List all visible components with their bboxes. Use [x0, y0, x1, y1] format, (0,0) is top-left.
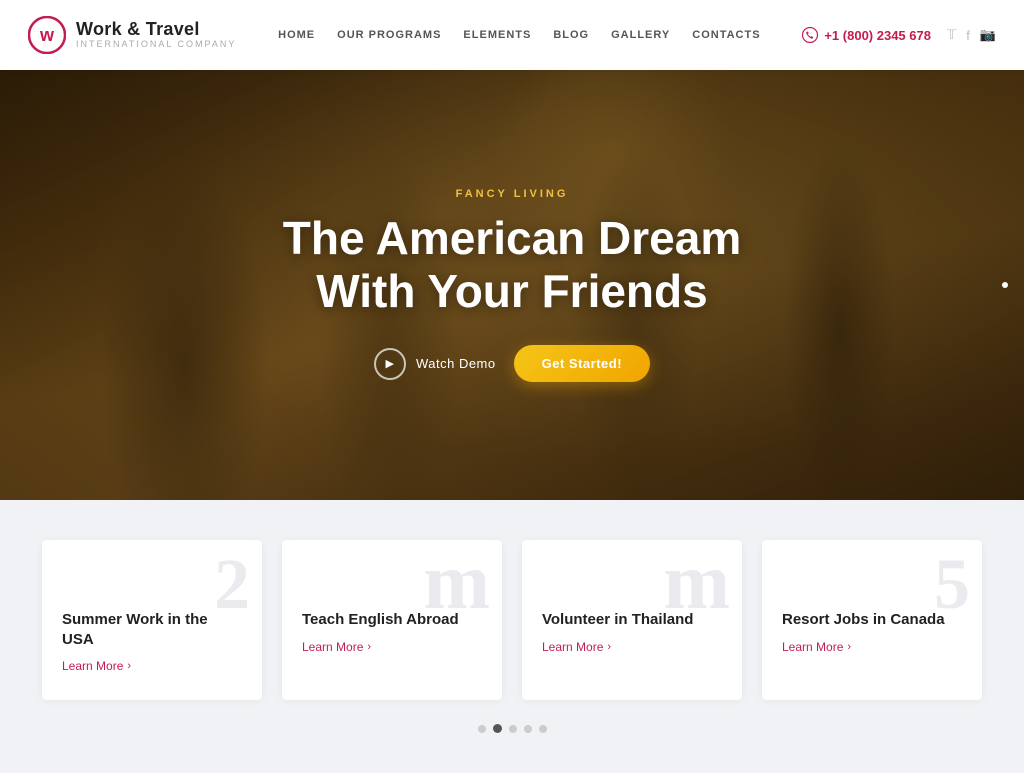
cards-section: 2 Summer Work in the USA Learn More › m … — [0, 500, 1024, 773]
instagram-icon[interactable]: 📷 — [980, 27, 996, 43]
nav-blog[interactable]: BLOG — [553, 29, 589, 41]
card-link-label-1: Learn More — [62, 659, 123, 673]
logo-text: Work & Travel International Company — [76, 20, 236, 50]
card-volunteer-thailand: m Volunteer in Thailand Learn More › — [522, 540, 742, 700]
card-arrow-4: › — [847, 641, 851, 653]
card-arrow-3: › — [607, 641, 611, 653]
hero-side-dot-1[interactable] — [1002, 282, 1008, 288]
svg-text:w: w — [39, 25, 55, 45]
facebook-icon[interactable]: f — [966, 28, 970, 43]
watch-demo-button[interactable]: ▶ Watch Demo — [374, 348, 496, 380]
hero-title-line1: The American Dream — [283, 212, 741, 264]
pg-dot-4[interactable] — [524, 725, 532, 733]
phone-number: +1 (800) 2345 678 — [824, 28, 931, 43]
get-started-label: Get Started! — [542, 356, 622, 371]
hero-title-line2: With Your Friends — [316, 265, 707, 317]
nav-home[interactable]: HOME — [278, 29, 315, 41]
card-title-3: Volunteer in Thailand — [542, 610, 722, 630]
nav-programs[interactable]: OUR PROGRAMS — [337, 29, 441, 41]
social-icons: 𝕋 f 📷 — [947, 27, 996, 43]
card-title-4: Resort Jobs in Canada — [782, 610, 962, 630]
nav-gallery[interactable]: GALLERY — [611, 29, 670, 41]
nav-elements[interactable]: ELEMENTS — [463, 29, 531, 41]
card-summer-work: 2 Summer Work in the USA Learn More › — [42, 540, 262, 700]
hero-tag: FANCY LIVING — [456, 188, 569, 200]
hero-section: FANCY LIVING The American Dream With You… — [0, 70, 1024, 500]
card-link-label-4: Learn More — [782, 640, 843, 654]
nav-contacts[interactable]: CONTACTS — [692, 29, 760, 41]
card-link-label-3: Learn More — [542, 640, 603, 654]
hero-title: The American Dream With Your Friends — [283, 212, 741, 318]
hero-content: FANCY LIVING The American Dream With You… — [0, 70, 1024, 500]
pagination-dots — [40, 724, 984, 743]
play-icon: ▶ — [374, 348, 406, 380]
main-nav: HOME OUR PROGRAMS ELEMENTS BLOG GALLERY … — [278, 29, 760, 41]
card-arrow-2: › — [367, 641, 371, 653]
cards-grid: 2 Summer Work in the USA Learn More › m … — [42, 540, 982, 700]
card-link-3[interactable]: Learn More › — [542, 640, 722, 654]
pg-dot-3[interactable] — [509, 725, 517, 733]
card-arrow-1: › — [127, 660, 131, 672]
header-right: +1 (800) 2345 678 𝕋 f 📷 — [802, 27, 996, 43]
phone-icon — [802, 27, 818, 43]
card-resort-jobs: 5 Resort Jobs in Canada Learn More › — [762, 540, 982, 700]
get-started-button[interactable]: Get Started! — [514, 345, 650, 382]
card-teach-english: m Teach English Abroad Learn More › — [282, 540, 502, 700]
card-title-1: Summer Work in the USA — [62, 610, 242, 649]
card-link-2[interactable]: Learn More › — [302, 640, 482, 654]
card-title-2: Teach English Abroad — [302, 610, 482, 630]
logo-icon: w — [28, 16, 66, 54]
twitter-icon[interactable]: 𝕋 — [947, 27, 956, 43]
header: w Work & Travel International Company HO… — [0, 0, 1024, 70]
logo-subtitle: International Company — [76, 40, 236, 50]
card-link-4[interactable]: Learn More › — [782, 640, 962, 654]
pg-dot-2[interactable] — [493, 724, 502, 733]
card-link-1[interactable]: Learn More › — [62, 659, 242, 673]
card-link-label-2: Learn More — [302, 640, 363, 654]
pg-dot-1[interactable] — [478, 725, 486, 733]
logo-title: Work & Travel — [76, 20, 236, 40]
watch-demo-label: Watch Demo — [416, 356, 496, 371]
phone-area: +1 (800) 2345 678 — [802, 27, 931, 43]
hero-actions: ▶ Watch Demo Get Started! — [374, 345, 650, 382]
logo-area: w Work & Travel International Company — [28, 16, 236, 54]
pg-dot-5[interactable] — [539, 725, 547, 733]
hero-side-dots — [1002, 282, 1008, 288]
